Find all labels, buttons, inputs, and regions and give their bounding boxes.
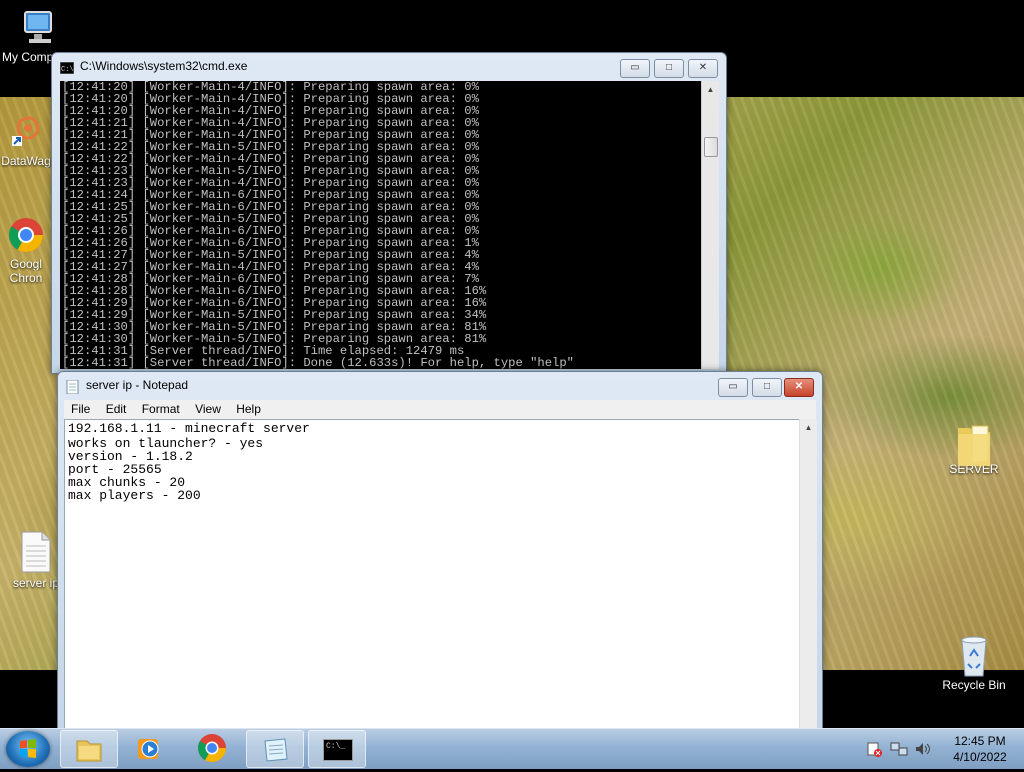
maximize-button[interactable]: □ (654, 59, 684, 78)
text-editor[interactable]: 192.168.1.11 - minecraft server works on… (64, 419, 800, 731)
datawag-icon (6, 112, 46, 152)
folder-icon (76, 740, 102, 762)
editor-line: max players - 200 (68, 488, 201, 503)
desktop-icon-label: Recycle Bin (942, 678, 1006, 692)
notepad-scrollbar[interactable]: ▲ (799, 419, 817, 729)
media-player-icon (138, 739, 159, 759)
taskbar-notepad[interactable] (246, 730, 304, 768)
taskbar-media-player[interactable] (122, 730, 178, 766)
chrome-icon (6, 215, 46, 255)
menu-view[interactable]: View (190, 400, 226, 418)
console-line: [12:41:31] [Server thread/INFO]: Done (1… (62, 356, 574, 369)
notepad-icon (264, 738, 288, 762)
window-title: C:\Windows\system32\cmd.exe (80, 59, 248, 73)
maximize-button[interactable]: □ (752, 378, 782, 397)
recycle-bin-icon (954, 632, 994, 677)
cmd-icon: C:\ (59, 61, 75, 75)
desktop-icon-google-chrome[interactable]: Googl Chron (0, 215, 54, 285)
menu-edit[interactable]: Edit (101, 400, 132, 418)
scroll-up-arrow-icon[interactable]: ▲ (800, 419, 817, 436)
cmd-titlebar[interactable]: C:\ C:\Windows\system32\cmd.exe ▭ □ ✕ (52, 53, 726, 81)
computer-icon (19, 8, 59, 48)
minimize-button[interactable]: ▭ (718, 378, 748, 397)
cmd-window[interactable]: C:\ C:\Windows\system32\cmd.exe ▭ □ ✕ [1… (51, 52, 727, 374)
desktop-icon-label-line2: Chron (9, 271, 43, 285)
notepad-window[interactable]: server ip - Notepad ▭ □ ✕ File Edit Form… (57, 371, 823, 731)
cmd-scrollbar[interactable]: ▲ (701, 81, 719, 369)
clock[interactable]: 12:45 PM 4/10/2022 (940, 733, 1020, 765)
editor-line: version - 1.18.2 (68, 449, 193, 464)
windows-logo-icon (20, 739, 36, 758)
cmd-icon: C:\_ (323, 739, 353, 761)
close-button[interactable]: ✕ (688, 59, 718, 78)
taskbar-chrome[interactable] (184, 730, 240, 766)
notepad-titlebar[interactable]: server ip - Notepad ▭ □ ✕ (58, 372, 822, 400)
scroll-up-arrow-icon[interactable]: ▲ (702, 81, 719, 98)
editor-line: 192.168.1.11 - minecraft server (68, 421, 310, 436)
console-output[interactable]: [12:41:20] [Worker-Main-4/INFO]: Prepari… (60, 81, 701, 369)
text-file-icon (16, 530, 56, 573)
menu-format[interactable]: Format (137, 400, 185, 418)
taskbar: C:\_ 12:45 PM 4/10/2022 (0, 728, 1024, 769)
menu-help[interactable]: Help (231, 400, 266, 418)
desktop-icon-datawag[interactable]: DataWag (0, 112, 56, 168)
desktop-icon-recycle-bin[interactable]: Recycle Bin (937, 632, 1011, 692)
action-center-icon[interactable] (866, 741, 882, 762)
chrome-icon (198, 734, 226, 762)
close-button[interactable]: ✕ (784, 378, 814, 397)
desktop-icon-server-folder[interactable]: SERVER (937, 420, 1011, 476)
taskbar-cmd[interactable]: C:\_ (308, 730, 366, 768)
notepad-icon (66, 379, 80, 395)
desktop-icon-label: DataWag (1, 154, 51, 168)
svg-text:C:\: C:\ (61, 66, 74, 74)
system-tray: 12:45 PM 4/10/2022 (860, 729, 1024, 769)
window-title: server ip - Notepad (86, 378, 189, 392)
clock-time: 12:45 PM (954, 734, 1006, 748)
start-button[interactable] (6, 731, 50, 767)
taskbar-explorer[interactable] (60, 730, 118, 768)
volume-icon[interactable] (914, 741, 932, 762)
network-icon[interactable] (890, 741, 908, 762)
menu-bar: File Edit Format View Help (64, 400, 816, 419)
clock-date: 4/10/2022 (953, 750, 1007, 764)
folder-icon (954, 420, 994, 466)
scrollbar-thumb[interactable] (704, 137, 718, 157)
minimize-button[interactable]: ▭ (620, 59, 650, 78)
desktop-icon-label: Googl (9, 257, 43, 271)
menu-file[interactable]: File (66, 400, 95, 418)
